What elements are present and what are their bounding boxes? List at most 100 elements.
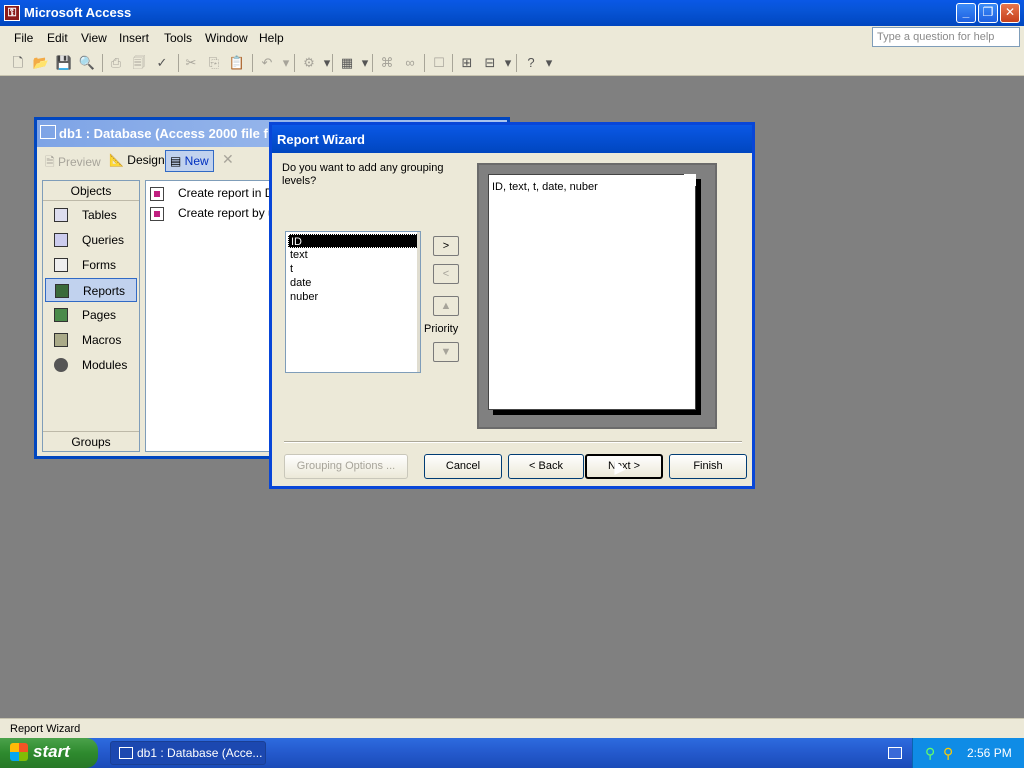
page-icon (54, 308, 68, 322)
print-preview-icon[interactable]: 🗐 (130, 54, 148, 72)
network-icon[interactable]: ⚲ (925, 745, 935, 762)
keyboard-icon[interactable] (888, 747, 902, 759)
relationships-icon[interactable]: ⊞ (458, 54, 476, 72)
open-folder-icon[interactable]: 📂 (32, 54, 50, 72)
toolbar-separator (294, 54, 295, 72)
wizard-title: Report Wizard (277, 132, 365, 147)
toolbar-separator (102, 54, 103, 72)
app-titlebar: ⚿ Microsoft Access _ ❐ ✕ (0, 0, 1024, 26)
cut-icon[interactable]: ✂ (182, 54, 200, 72)
page-fold-corner (684, 174, 696, 186)
start-button[interactable]: start (0, 738, 98, 768)
object-queries[interactable]: Queries (45, 228, 137, 252)
spelling-icon[interactable]: ✓ (153, 54, 171, 72)
field-item-nuber[interactable]: nuber (288, 290, 420, 304)
new-object-icon[interactable]: ⊟ (481, 54, 499, 72)
main-toolbar: 🗋 📂 💾 🔍 ⎙ 🗐 ✓ ✂ ⎘ 📋 ↶ ▾ ⚙ ▾ ▦ ▾ ⌘ ∞ ☐ ⊞ … (0, 50, 1024, 76)
help-dropdown-icon[interactable]: ▾ (540, 54, 558, 72)
new-object-dropdown-icon[interactable]: ▾ (499, 54, 517, 72)
search-icon[interactable]: ⚲ (943, 745, 953, 762)
toolbar-separator (252, 54, 253, 72)
grouping-preview-page: ID, text, t, date, nuber (488, 174, 696, 410)
restore-button[interactable]: ❐ (978, 3, 998, 23)
office-links-icon[interactable]: ⚙ (300, 54, 318, 72)
field-list-scrollbar[interactable] (417, 232, 420, 372)
database-icon (40, 125, 56, 139)
field-item-text[interactable]: text (288, 248, 420, 262)
properties-icon[interactable]: ☐ (430, 54, 448, 72)
menu-window[interactable]: Window (205, 31, 248, 45)
database-icon (119, 747, 133, 759)
report-wizard-icon (150, 186, 164, 201)
menu-view[interactable]: View (81, 31, 107, 45)
report-wizard-icon (150, 206, 164, 221)
menu-bar: File Edit View Insert Tools Window Help (0, 26, 1024, 50)
preview-button[interactable]: 🗎 Preview (45, 153, 101, 174)
cancel-button[interactable]: Cancel (424, 454, 502, 479)
objects-panel: Objects Tables Queries Forms Reports Pag… (42, 180, 140, 452)
menu-insert[interactable]: Insert (119, 31, 149, 45)
report-wizard-dialog: Report Wizard Do you want to add any gro… (269, 122, 755, 489)
menu-edit[interactable]: Edit (47, 31, 68, 45)
taskbar-item-db1[interactable]: db1 : Database (Acce... (110, 741, 266, 765)
design-button[interactable]: 📐 Design (109, 153, 165, 167)
file-search-icon[interactable]: 🔍 (78, 54, 96, 72)
undo-icon[interactable]: ↶ (258, 54, 276, 72)
add-grouping-button[interactable]: > (433, 236, 459, 256)
menu-file[interactable]: File (14, 31, 33, 45)
module-icon (54, 358, 68, 372)
status-text: Report Wizard (10, 723, 81, 735)
new-button[interactable]: ▤ New (165, 150, 214, 172)
paste-icon[interactable]: 📋 (228, 54, 246, 72)
preview-fields-text: ID, text, t, date, nuber (492, 181, 598, 193)
object-macros[interactable]: Macros (45, 328, 137, 352)
analyze-icon[interactable]: ▦ (338, 54, 356, 72)
clock[interactable]: 2:56 PM (967, 746, 1012, 760)
grouping-options-button[interactable]: Grouping Options ... (284, 454, 408, 479)
copy-icon[interactable]: ⎘ (205, 54, 223, 72)
grouping-preview-area: ID, text, t, date, nuber (477, 163, 717, 429)
wizard-divider (284, 441, 742, 443)
object-reports[interactable]: Reports (45, 278, 137, 302)
save-icon[interactable]: 💾 (55, 54, 73, 72)
new-file-icon[interactable]: 🗋 (9, 54, 27, 72)
close-button[interactable]: ✕ (1000, 3, 1020, 23)
arrow-up-icon: ▲ (440, 300, 452, 312)
delete-button[interactable]: ✕ (222, 151, 234, 168)
wizard-titlebar[interactable]: Report Wizard (272, 125, 752, 153)
field-item-id[interactable]: ID (288, 234, 418, 248)
menu-tools[interactable]: Tools (164, 31, 192, 45)
field-item-t[interactable]: t (288, 262, 420, 276)
groups-header[interactable]: Groups (43, 431, 139, 451)
help-question-input[interactable]: Type a question for help (872, 27, 1020, 47)
print-icon[interactable]: ⎙ (107, 54, 125, 72)
undo-dropdown-icon[interactable]: ▾ (277, 54, 295, 72)
field-item-date[interactable]: date (288, 276, 420, 290)
script-icon[interactable]: ∞ (401, 54, 419, 72)
toolbar-separator (424, 54, 425, 72)
menu-help[interactable]: Help (259, 31, 284, 45)
table-icon (54, 208, 68, 222)
minimize-button[interactable]: _ (956, 3, 976, 23)
macro-icon (54, 333, 68, 347)
finish-button[interactable]: Finish (669, 454, 747, 479)
remove-grouping-button[interactable]: < (433, 264, 459, 284)
toolbar-separator (516, 54, 517, 72)
priority-label: Priority (424, 323, 459, 335)
taskbar: start db1 : Database (Acce... ⚲ ⚲ 2:56 P… (0, 738, 1024, 768)
priority-down-button[interactable]: ▼ (433, 342, 459, 362)
office-links-dropdown-icon[interactable]: ▾ (318, 54, 336, 72)
object-modules[interactable]: Modules (45, 353, 137, 377)
object-tables[interactable]: Tables (45, 203, 137, 227)
object-pages[interactable]: Pages (45, 303, 137, 327)
priority-up-button[interactable]: ▲ (433, 296, 459, 316)
back-button[interactable]: < Back (508, 454, 584, 479)
objects-header[interactable]: Objects (43, 181, 139, 201)
available-fields-list[interactable]: ID text t date nuber (285, 231, 421, 373)
object-forms[interactable]: Forms (45, 253, 137, 277)
start-label: start (33, 742, 70, 761)
grouping-question: Do you want to add any grouping levels? (282, 162, 444, 187)
help-icon[interactable]: ? (522, 54, 540, 72)
code-icon[interactable]: ⌘ (378, 54, 396, 72)
toolbar-separator (372, 54, 373, 72)
